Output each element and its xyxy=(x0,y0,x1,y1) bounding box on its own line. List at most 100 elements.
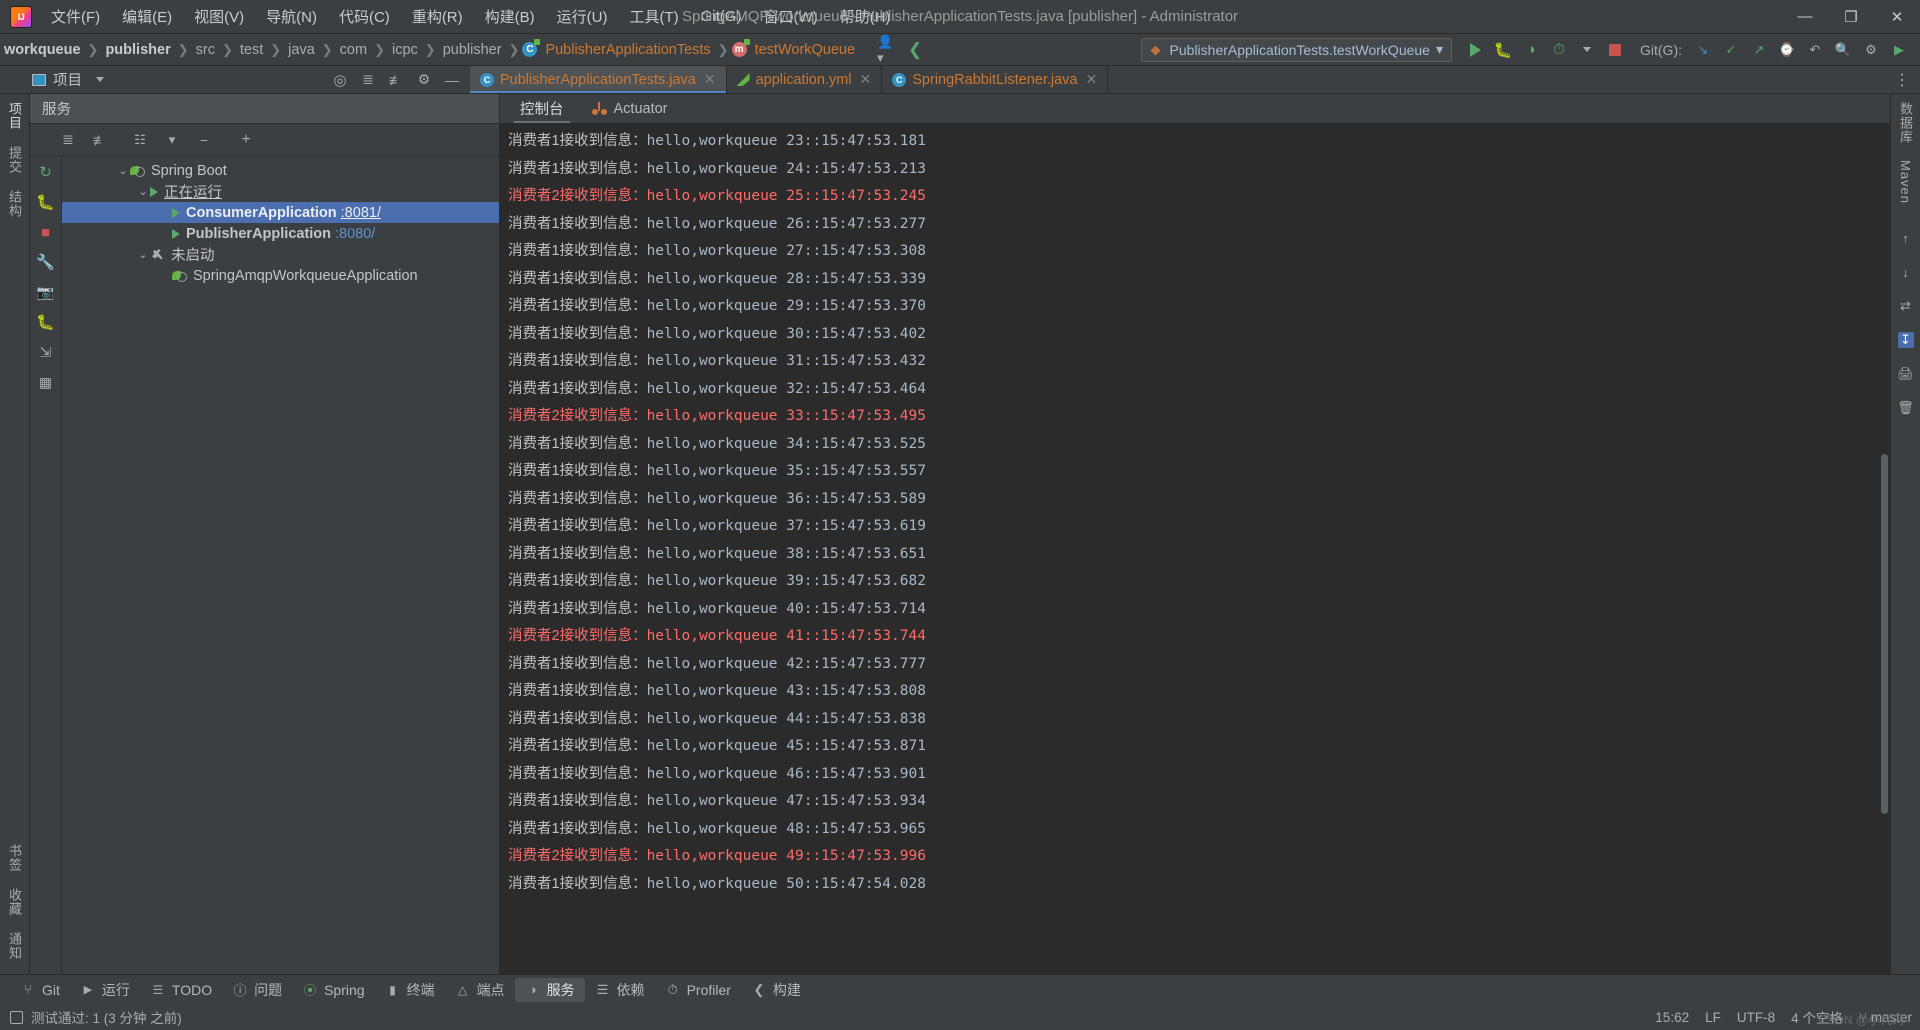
bottom-tab-endpoints[interactable]: △ 端点 xyxy=(445,978,515,1002)
bottom-tab-problems[interactable]: ⓘ 问题 xyxy=(222,978,292,1002)
soft-wrap-icon[interactable]: ⇄ xyxy=(1898,298,1914,314)
tab-console[interactable]: 控制台 xyxy=(506,94,578,123)
tree-node-running[interactable]: ⌄ 正在运行 xyxy=(62,181,499,202)
show-console-icon[interactable]: ⎯ xyxy=(196,132,212,148)
bottom-tab-git[interactable]: ⑂ Git xyxy=(10,978,70,1002)
search-icon[interactable]: 🔍 xyxy=(1830,38,1856,62)
chevron-down-icon[interactable] xyxy=(96,77,104,82)
stop-icon[interactable]: ■ xyxy=(38,224,54,241)
breadcrumb-item-icpc[interactable]: icpc xyxy=(388,42,422,58)
chevron-down-icon[interactable]: ⌄ xyxy=(136,185,150,198)
git-history-icon[interactable]: ⌚ xyxy=(1774,38,1800,62)
hide-toolwindow-icon[interactable]: — xyxy=(444,72,460,88)
breadcrumb-item-test-method[interactable]: testWorkQueue xyxy=(751,42,859,58)
run-with-coverage-button[interactable]: ◑ xyxy=(1518,38,1544,62)
trash-icon[interactable]: 🗑 xyxy=(1897,400,1914,416)
bottom-tab-build[interactable]: ❮ 构建 xyxy=(741,978,811,1002)
rail-item-bookmarks[interactable]: 书签 xyxy=(5,836,24,880)
expand-all-icon[interactable]: ≢ xyxy=(92,132,108,148)
breadcrumb-item-com[interactable]: com xyxy=(336,42,371,58)
scroll-down-icon[interactable]: ↓ xyxy=(1898,264,1914,280)
breadcrumb-item-test[interactable]: test xyxy=(236,42,267,58)
menu-refactor[interactable]: 重构(R) xyxy=(401,0,474,33)
scroll-up-icon[interactable]: ↑ xyxy=(1898,230,1914,246)
chevron-down-icon[interactable]: ⌄ xyxy=(116,164,130,177)
git-push-icon[interactable]: ↗ xyxy=(1746,38,1772,62)
menu-file[interactable]: 文件(F) xyxy=(40,0,111,33)
tree-node-consumer-application[interactable]: ConsumerApplication :8081/ xyxy=(62,202,499,223)
user-avatar-icon[interactable]: 👤▾ xyxy=(877,34,893,65)
debug-button[interactable]: 🐛 xyxy=(1490,38,1516,62)
tree-node-port-link[interactable]: :8081/ xyxy=(341,205,381,221)
tab-application-yml[interactable]: application.yml ✕ xyxy=(727,66,883,93)
add-service-icon[interactable]: + xyxy=(238,131,254,148)
close-icon[interactable]: ✕ xyxy=(1086,71,1098,88)
rail-item-project[interactable]: 项目 xyxy=(5,94,24,138)
ide-update-icon[interactable]: ▶ xyxy=(1886,38,1912,62)
attach-icon[interactable]: 🐛 xyxy=(36,314,55,331)
stop-button[interactable] xyxy=(1602,38,1628,62)
bottom-tab-run[interactable]: ▶ 运行 xyxy=(70,978,140,1002)
scroll-to-end-icon[interactable]: ↧ xyxy=(1897,332,1914,349)
filter-icon[interactable]: ▾ xyxy=(164,132,180,148)
gear-icon[interactable]: ⚙ xyxy=(416,71,432,88)
status-line-separator[interactable]: LF xyxy=(1705,1010,1721,1025)
collapse-all-icon[interactable]: ≣ xyxy=(60,131,76,148)
breadcrumb-item-publisher[interactable]: publisher xyxy=(101,42,174,58)
menu-build[interactable]: 构建(B) xyxy=(474,0,546,33)
chevron-down-icon[interactable]: ⌄ xyxy=(136,248,150,261)
breadcrumb-item-src[interactable]: src xyxy=(192,42,219,58)
bottom-tab-terminal[interactable]: ▮ 终端 xyxy=(375,978,445,1002)
menu-window[interactable]: 窗口(W) xyxy=(752,0,828,33)
editor-tabs-more-icon[interactable]: ⋮ xyxy=(1884,66,1920,93)
breadcrumb-item-workqueue[interactable]: workqueue xyxy=(0,42,85,58)
tab-actuator[interactable]: Actuator xyxy=(578,94,682,123)
status-encoding[interactable]: UTF-8 xyxy=(1737,1010,1775,1025)
git-update-icon[interactable]: ↘ xyxy=(1690,38,1716,62)
close-button[interactable]: ✕ xyxy=(1874,0,1920,33)
undo-icon[interactable]: ↶ xyxy=(1802,38,1828,62)
console-scrollbar[interactable] xyxy=(1881,454,1888,814)
menu-navigate[interactable]: 导航(N) xyxy=(255,0,328,33)
debug-icon[interactable]: 🐛 xyxy=(36,194,55,211)
menu-code[interactable]: 代码(C) xyxy=(328,0,401,33)
checkmark-arrow-icon[interactable]: ❮ xyxy=(907,40,923,59)
profiler-button[interactable]: ⏱ xyxy=(1546,38,1572,62)
expand-all-icon[interactable]: ≢ xyxy=(388,72,404,88)
target-icon[interactable]: ◎ xyxy=(332,72,348,89)
tab-publisher-application-tests[interactable]: PublisherApplicationTests.java ✕ xyxy=(470,66,727,93)
run-configuration-selector[interactable]: ◆ PublisherApplicationTests.testWorkQueu… xyxy=(1140,37,1452,62)
rail-item-maven[interactable]: Maven xyxy=(1898,152,1913,212)
menu-view[interactable]: 视图(V) xyxy=(183,0,255,33)
rail-item-favorites[interactable]: 收藏 xyxy=(5,880,24,924)
collapse-all-icon[interactable]: ≣ xyxy=(360,71,376,88)
breadcrumb-item-java[interactable]: java xyxy=(284,42,319,58)
maximize-button[interactable]: ❐ xyxy=(1828,0,1874,33)
menu-tools[interactable]: 工具(T) xyxy=(618,0,689,33)
bottom-tab-spring[interactable]: ⦿ Spring xyxy=(292,978,374,1002)
close-icon[interactable]: ✕ xyxy=(704,71,716,88)
print-icon[interactable]: 🖨 xyxy=(1897,366,1914,382)
tree-node-not-started[interactable]: ⌄ 未启动 xyxy=(62,244,499,265)
menu-git[interactable]: Git(G) xyxy=(690,0,753,33)
screenshot-icon[interactable]: 📷 xyxy=(37,284,54,300)
breadcrumb-item-test-class[interactable]: PublisherApplicationTests xyxy=(541,42,714,58)
rail-item-structure[interactable]: 结构 xyxy=(5,182,24,226)
menu-edit[interactable]: 编辑(E) xyxy=(111,0,183,33)
rerun-icon[interactable]: ↻ xyxy=(38,164,54,181)
menu-run[interactable]: 运行(U) xyxy=(546,0,619,33)
rail-item-notifications[interactable]: 通知 xyxy=(5,924,24,968)
export-icon[interactable]: ⇲ xyxy=(38,344,54,360)
settings-gear-icon[interactable]: ⚙ xyxy=(1858,38,1884,62)
bottom-tab-profiler[interactable]: ⏱ Profiler xyxy=(655,978,741,1002)
console-output[interactable]: 消费者1接收到信息： hello,workqueue 23::15:47:53.1… xyxy=(500,124,1890,974)
tree-node-port-link[interactable]: :8080/ xyxy=(335,226,375,242)
breadcrumb-item-publisher-pkg[interactable]: publisher xyxy=(439,42,506,58)
wrench-icon[interactable]: 🔧 xyxy=(36,254,55,271)
group-by-icon[interactable]: ☷ xyxy=(132,132,148,148)
bottom-tab-todo[interactable]: ☰ TODO xyxy=(140,978,222,1002)
tree-node-publisher-application[interactable]: PublisherApplication :8080/ xyxy=(62,223,499,244)
tree-node-spring-boot[interactable]: ⌄ Spring Boot xyxy=(62,160,499,181)
close-icon[interactable]: ✕ xyxy=(860,71,872,88)
bottom-tab-services[interactable]: ◑ 服务 xyxy=(514,977,585,1002)
